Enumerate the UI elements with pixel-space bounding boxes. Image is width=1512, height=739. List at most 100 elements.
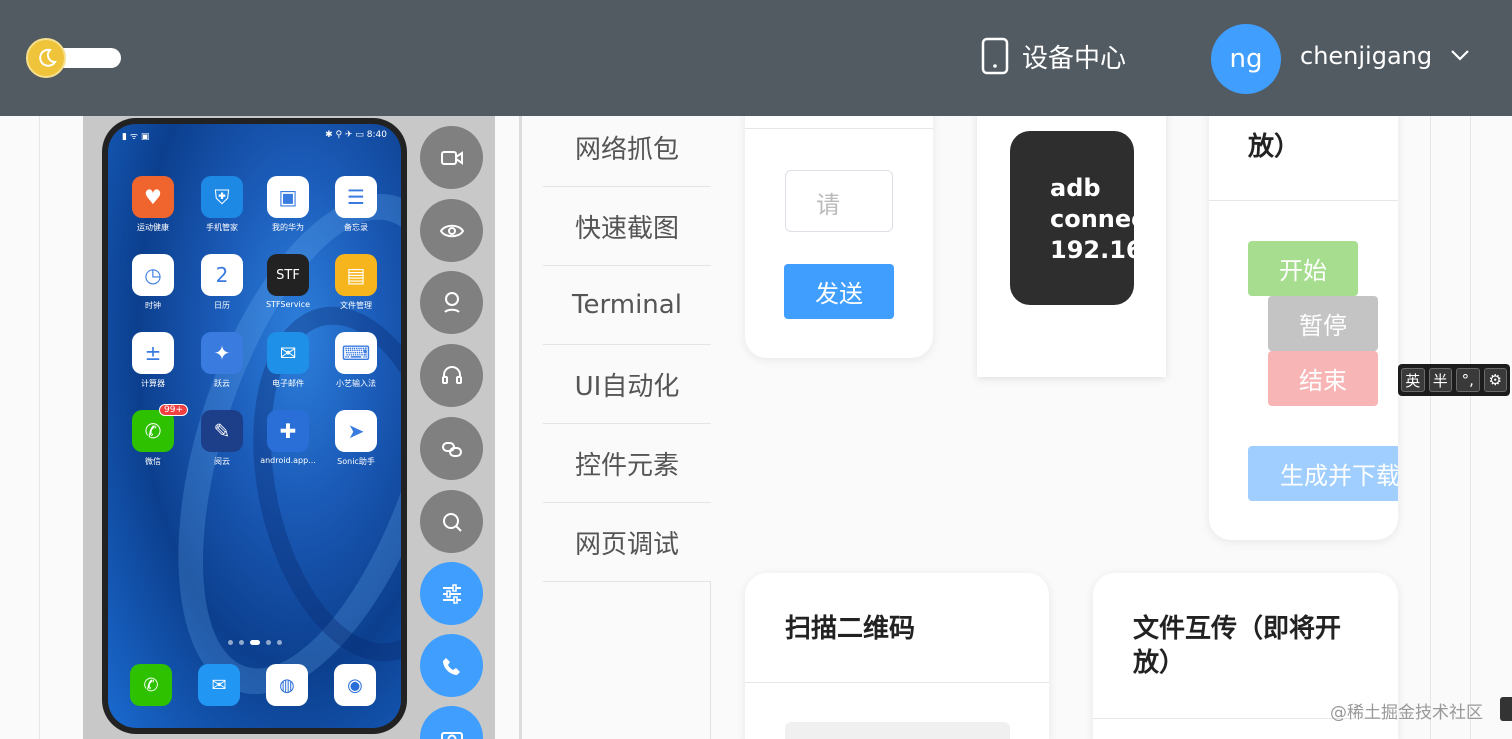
app-icon-item[interactable]: ◷ 时钟 (123, 254, 183, 311)
dock-app-icon[interactable]: ◉ (325, 664, 385, 710)
status-time: 8:40 (366, 130, 387, 140)
link-button[interactable] (420, 417, 483, 480)
app-label: 微信 (145, 457, 161, 466)
app-label: 日历 (214, 301, 230, 310)
app-icon-item[interactable]: 2 日历 (192, 254, 252, 311)
ime-width-key[interactable]: 半 (1428, 368, 1452, 392)
app-icon-item[interactable]: ✎ 阅云 (192, 410, 252, 467)
app-label: 文件管理 (340, 301, 372, 310)
app-icon: ⛨ (201, 176, 243, 218)
menu-item-widget-elements[interactable]: 控件元素 (543, 424, 711, 503)
stop-button[interactable]: 结束 (1268, 351, 1378, 406)
app-icon-item[interactable]: ☰ 备忘录 (326, 176, 386, 233)
app-icon-item[interactable]: ⛨ 手机管家 (192, 176, 252, 233)
app-icon: ▤ (335, 254, 377, 296)
app-icon-item[interactable]: ▣ 我的华为 (258, 176, 318, 233)
app-icon: ✚ (267, 410, 309, 452)
app-icon: STF (267, 254, 309, 296)
dock-app-icon[interactable]: ✉ (189, 664, 249, 710)
scan-qr-card (745, 573, 1049, 739)
headset-button[interactable] (420, 344, 483, 407)
app-icon-item[interactable]: ⌨ 小艺输入法 (326, 332, 386, 389)
call-button[interactable] (420, 634, 483, 697)
eye-icon (439, 224, 464, 237)
app-label: 阅云 (214, 457, 230, 466)
video-camera-button[interactable] (420, 126, 483, 189)
app-label: 小艺输入法 (336, 379, 376, 388)
username[interactable]: chenjigang (1300, 42, 1432, 70)
start-button[interactable]: 开始 (1248, 241, 1358, 296)
menu-item-ui-automation[interactable]: UI自动化 (543, 345, 711, 424)
app-icon: ➤ (335, 410, 377, 452)
adb-command-box[interactable]: adb connect 192.168 (1010, 131, 1134, 305)
app-label: 备忘录 (344, 223, 368, 232)
pause-button[interactable]: 暂停 (1268, 296, 1378, 351)
app-icon: ☰ (335, 176, 377, 218)
app-icon: 2 (201, 254, 243, 296)
app-icon: ✉ (267, 332, 309, 374)
app-label: 我的华为 (272, 223, 304, 232)
dock-app-icon[interactable]: ✆ (121, 664, 181, 710)
video-camera-icon (440, 150, 463, 165)
watermark: @稀土掘金技术社区 (1330, 703, 1483, 723)
card-divider (1209, 200, 1398, 201)
signal-icon: ▮ ᯤ ▣ (122, 131, 150, 142)
edge-tab[interactable] (1500, 697, 1512, 721)
app-icon: ✦ (201, 332, 243, 374)
menu-item-network-capture[interactable]: 网络抓包 (543, 108, 711, 187)
view-button[interactable] (420, 199, 483, 262)
theme-toggle[interactable] (26, 38, 121, 78)
right-gutter-line (1470, 116, 1471, 739)
ime-settings-key[interactable]: ⚙ (1483, 368, 1507, 392)
app-label: 运动健康 (137, 223, 169, 232)
file-transfer-title: 文件互传（即将开放） (1133, 614, 1342, 678)
dock: ✆ ✉ ◍ ◉ (108, 662, 401, 722)
menu-item-web-debug[interactable]: 网页调试 (543, 503, 711, 582)
tool-menu: 网络抓包 快速截图 Terminal UI自动化 控件元素 网页调试 (543, 108, 711, 739)
location-button[interactable] (420, 271, 483, 334)
phone-screen[interactable]: ▮ ᯤ ▣ ✱ ⚲ ✈ ▭ 8:40 ♥ 运动健康 ⛨ 手机管家 ▣ 我的华为 ☰ 备忘录 ◷ 时… (108, 124, 401, 728)
app-label: 跃云 (214, 379, 230, 388)
app-icon-item[interactable]: ➤ Sonic助手 (326, 410, 386, 467)
card-title-tail: 放） (1248, 132, 1301, 162)
qr-placeholder[interactable] (785, 722, 1010, 739)
mobile-phone-icon (981, 37, 1009, 75)
phone-call-icon (442, 657, 460, 675)
app-icon-item[interactable]: ✉ 电子邮件 (258, 332, 318, 389)
app-label: 电子邮件 (272, 379, 304, 388)
panel-divider[interactable] (519, 116, 522, 739)
app-icon-item[interactable]: ♥ 运动健康 (123, 176, 183, 233)
app-icon: ± (132, 332, 174, 374)
app-icon-item[interactable]: ▤ 文件管理 (326, 254, 386, 311)
menu-item-quick-screenshot[interactable]: 快速截图 (543, 187, 711, 266)
app-icon-item[interactable]: ✚ android.app... (258, 410, 318, 465)
app-icon-item[interactable]: ✦ 跃云 (192, 332, 252, 389)
text-input[interactable]: 请 (785, 170, 893, 232)
app-icon-item[interactable]: ± 计算器 (123, 332, 183, 389)
scan-qr-title: 扫描二维码 (785, 614, 916, 644)
app-icon: ◉ (334, 664, 376, 706)
avatar[interactable]: ng (1211, 24, 1281, 94)
dock-app-icon[interactable]: ◍ (257, 664, 317, 710)
sliders-icon (442, 583, 461, 604)
menu-item-terminal[interactable]: Terminal (543, 266, 711, 345)
send-button[interactable]: 发送 (784, 264, 894, 319)
generate-download-button[interactable]: 生成并下载 (1248, 446, 1398, 501)
app-icon-item[interactable]: ✆ 微信 99+ (123, 404, 188, 467)
app-icon-item[interactable]: STF STFService (258, 254, 318, 309)
app-icon: ✆ (130, 664, 172, 706)
search-button[interactable] (420, 490, 483, 553)
app-label: Sonic助手 (337, 457, 375, 466)
ime-lang-key[interactable]: 英 (1401, 368, 1425, 392)
ime-punct-key[interactable]: °, (1456, 368, 1480, 392)
app-label: 时钟 (145, 301, 161, 310)
card-divider (745, 682, 1049, 683)
chevron-down-icon[interactable] (1450, 48, 1470, 62)
app-icon: ✎ (201, 410, 243, 452)
device-center-link[interactable]: 设备中心 (980, 36, 1126, 76)
adb-line: connect (1050, 205, 1134, 233)
app-label: android.app... (260, 456, 316, 465)
ime-toolbar[interactable]: 英 半 °, ⚙ (1398, 364, 1510, 396)
settings-sliders-button[interactable] (420, 562, 483, 625)
right-gutter-line (1430, 116, 1431, 739)
